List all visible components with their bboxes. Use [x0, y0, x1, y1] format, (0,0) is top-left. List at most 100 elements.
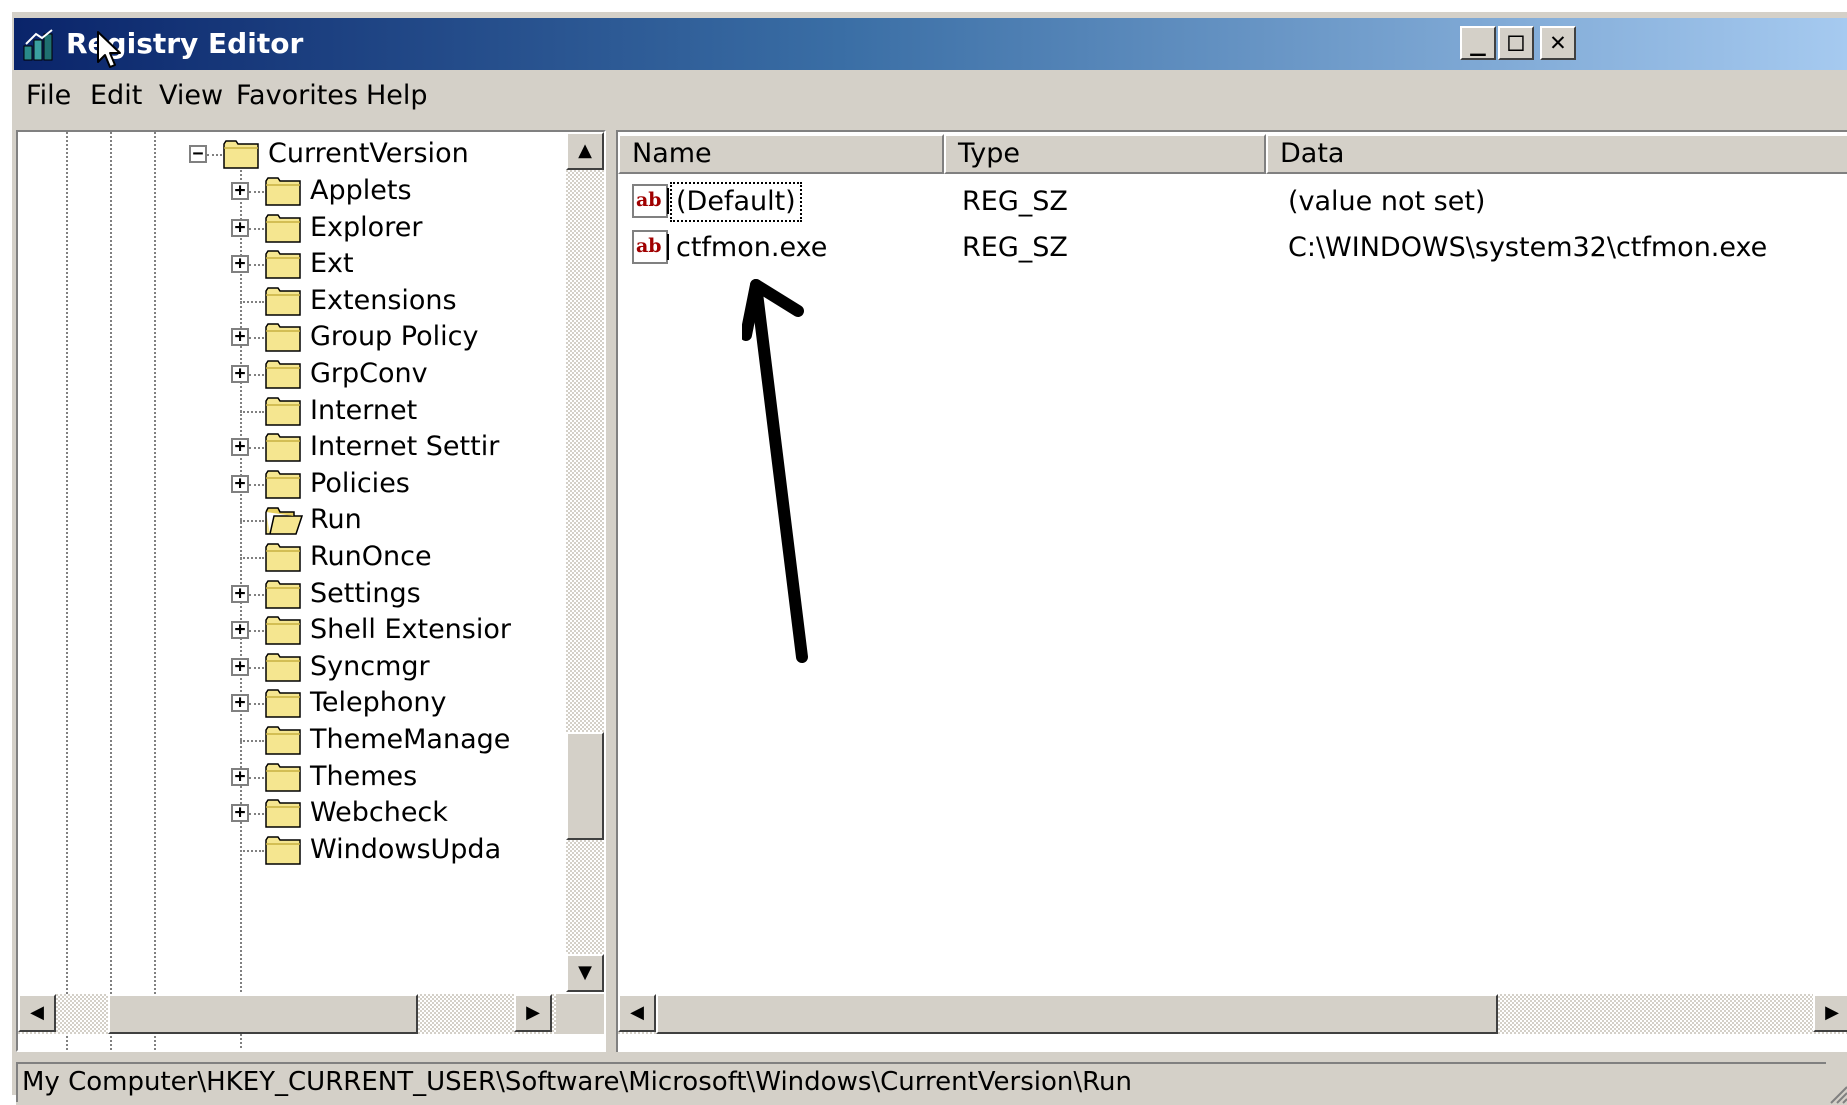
expand-icon[interactable]: +: [231, 804, 249, 823]
scroll-right-button[interactable]: ▶: [514, 994, 552, 1032]
tree-connector: [240, 557, 264, 559]
tree-connector: [249, 374, 264, 376]
tree-item-policies[interactable]: + Policies: [18, 464, 578, 504]
expand-icon[interactable]: +: [231, 365, 249, 383]
scroll-up-button[interactable]: ▲: [566, 132, 604, 170]
tree-item-internet-settir[interactable]: + Internet Settir: [18, 427, 578, 467]
tree-connector: [249, 483, 264, 486]
list-hscroll-thumb[interactable]: [656, 994, 1498, 1034]
column-header-name[interactable]: Name: [618, 134, 944, 174]
tree-item-telephony[interactable]: + Telephony: [18, 683, 578, 723]
tree-item-ext[interactable]: + Ext: [18, 244, 578, 284]
tree-item-webcheck[interactable]: + Webcheck: [18, 793, 578, 833]
tree-connector: [240, 520, 264, 523]
minimize-button[interactable]: _: [1460, 26, 1496, 60]
folder-icon: [264, 212, 304, 244]
folder-icon: [264, 761, 304, 793]
tree-connector: [207, 154, 222, 156]
expand-icon[interactable]: +: [231, 657, 249, 676]
tree-item-windowsupda[interactable]: WindowsUpda: [18, 830, 578, 870]
maximize-button[interactable]: □: [1498, 26, 1534, 60]
title-bar[interactable]: Registry Editor _ □ ✕: [14, 18, 1847, 70]
tree-item-thememanage[interactable]: ThemeManage: [18, 720, 578, 760]
tree-item-label: Extensions: [310, 284, 457, 316]
tree-item-syncmgr[interactable]: + Syncmgr: [18, 647, 578, 687]
tree-connector: [249, 666, 264, 669]
tree-item-label: CurrentVersion: [268, 138, 469, 169]
tree-item-internet[interactable]: Internet: [18, 391, 578, 431]
tree-horizontal-scrollbar[interactable]: ◀ ▶: [18, 994, 604, 1034]
expand-icon[interactable]: +: [231, 438, 249, 457]
expand-icon[interactable]: +: [231, 255, 249, 274]
folder-icon: [264, 175, 304, 207]
tree-hscroll-thumb[interactable]: [108, 994, 418, 1034]
tree-item-label: ThemeManage: [310, 724, 511, 755]
value-row-default[interactable]: ab (Default) REG_SZ (value not set): [632, 180, 1832, 224]
scroll-down-button[interactable]: ▼: [566, 954, 604, 992]
folder-icon: [264, 248, 304, 280]
folder-icon: [264, 321, 304, 353]
folder-icon: [264, 651, 304, 683]
expand-icon[interactable]: +: [231, 767, 249, 786]
tree-connector: [240, 740, 264, 742]
tree-item-group-policy[interactable]: + Group Policy: [18, 317, 578, 357]
tree-item-label: Ext: [310, 248, 354, 280]
mouse-cursor-icon: [97, 31, 121, 68]
tree-item-label: Policies: [310, 467, 410, 499]
expand-icon[interactable]: +: [231, 182, 249, 200]
menu-view[interactable]: View: [159, 78, 223, 114]
collapse-icon[interactable]: −: [189, 145, 207, 163]
tree-item-extensions[interactable]: Extensions: [18, 281, 578, 321]
column-header-data[interactable]: Data: [1266, 134, 1847, 174]
menu-edit[interactable]: Edit: [90, 78, 142, 114]
tree-item-run[interactable]: Run: [18, 500, 578, 540]
svg-text:ab: ab: [636, 235, 662, 257]
resize-grip-icon[interactable]: [1827, 1083, 1847, 1105]
expand-icon[interactable]: +: [231, 584, 249, 603]
tree-item-label: Internet: [310, 394, 418, 426]
menu-help[interactable]: Help: [366, 78, 428, 114]
folder-icon: [264, 541, 304, 573]
list-horizontal-scrollbar[interactable]: ◀ ▶: [618, 994, 1847, 1034]
scrollbar-corner: [556, 994, 604, 1034]
column-header-type[interactable]: Type: [944, 134, 1266, 174]
right-arrow-icon: ▶: [1825, 1002, 1839, 1023]
scroll-left-button[interactable]: ◀: [18, 994, 56, 1032]
tree-item-settings[interactable]: + Settings: [18, 574, 578, 614]
tree-item-label: GrpConv: [310, 358, 428, 389]
status-path: My Computer\HKEY_CURRENT_USER\Software\M…: [16, 1062, 1826, 1102]
scroll-left-button[interactable]: ◀: [618, 994, 656, 1032]
registry-editor-window: Registry Editor _ □ ✕ File Edit View Fav…: [10, 10, 1847, 1105]
folder-icon: [264, 468, 304, 500]
tree-connector: [240, 849, 264, 852]
expand-icon[interactable]: +: [231, 328, 249, 347]
tree-item-themes[interactable]: + Themes: [18, 757, 578, 797]
menu-favorites[interactable]: Favorites: [236, 78, 358, 114]
close-button[interactable]: ✕: [1540, 26, 1576, 60]
tree-item-grpconv[interactable]: + GrpConv: [18, 354, 578, 394]
value-row-ctfmon[interactable]: ab ctfmon.exe REG_SZ C:\WINDOWS\system32…: [632, 226, 1832, 270]
tree-item-runonce[interactable]: RunOnce: [18, 537, 578, 577]
expand-icon[interactable]: +: [231, 694, 249, 713]
tree-item-label: Settings: [310, 577, 421, 609]
tree-scroll-thumb[interactable]: [566, 732, 604, 840]
tree-vertical-scrollbar[interactable]: ▲ ▼: [566, 132, 604, 992]
folder-icon: [264, 358, 304, 390]
tree-item-shell-extensior[interactable]: + Shell Extensior: [18, 610, 578, 650]
scroll-right-button[interactable]: ▶: [1813, 994, 1847, 1032]
tree-item-applets[interactable]: + Applets: [18, 171, 578, 211]
tree-item-explorer[interactable]: + Explorer: [18, 208, 578, 248]
expand-icon[interactable]: +: [231, 621, 249, 640]
expand-icon[interactable]: +: [231, 474, 249, 493]
folder-icon: [264, 614, 304, 646]
key-tree-pane[interactable]: − CurrentVersion + Applets + Explorer + Ext Exte…: [16, 130, 606, 1052]
folder-icon: [264, 395, 304, 427]
registry-editor-icon: [23, 29, 53, 61]
string-value-icon: ab: [632, 184, 669, 218]
tree-item-currentversion[interactable]: − CurrentVersion: [18, 134, 578, 174]
svg-text:ab: ab: [636, 189, 662, 211]
menu-file[interactable]: File: [26, 78, 71, 114]
value-name: (Default): [670, 182, 802, 222]
expand-icon[interactable]: +: [231, 218, 249, 237]
tree-item-label: Group Policy: [310, 321, 479, 353]
